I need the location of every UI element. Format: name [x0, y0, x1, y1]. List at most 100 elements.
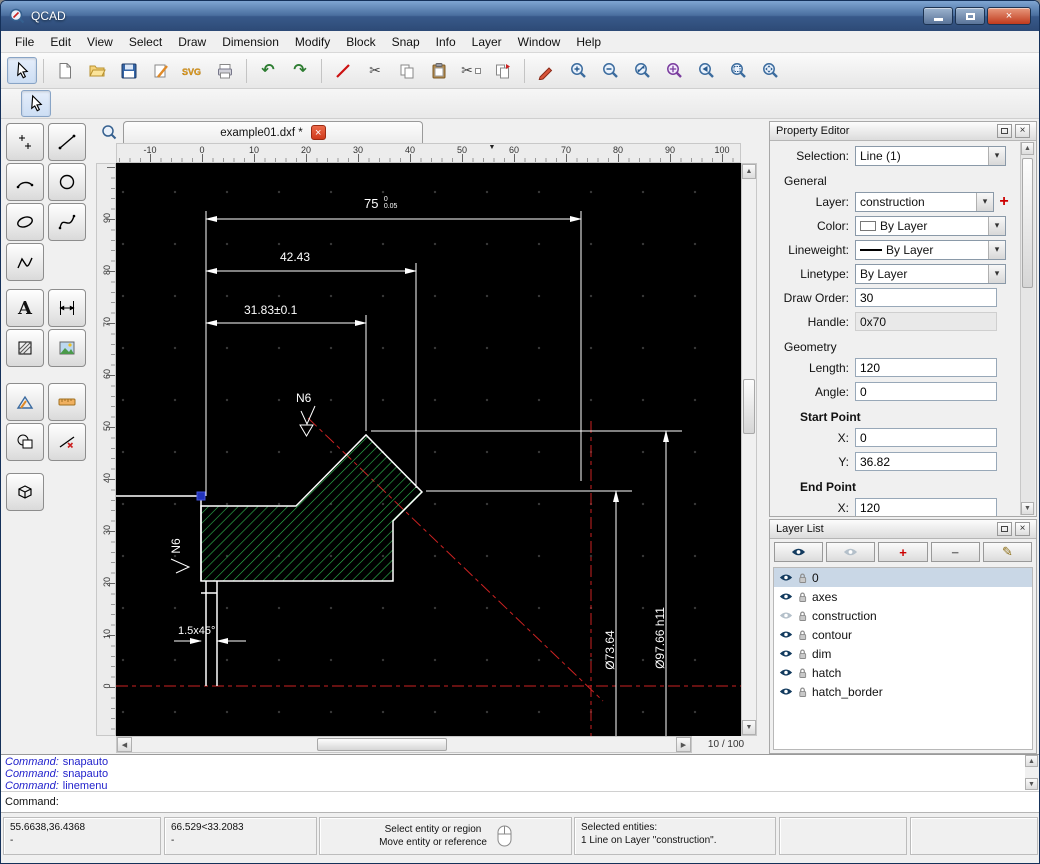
pan-button[interactable]: [755, 57, 785, 84]
copy-with-reference-button[interactable]: [488, 57, 518, 84]
scroll-up-icon[interactable]: ▲: [742, 164, 756, 179]
menu-edit[interactable]: Edit: [42, 32, 79, 52]
property-pen-button[interactable]: [531, 57, 561, 84]
menu-layer[interactable]: Layer: [464, 32, 510, 52]
copy-button[interactable]: [392, 57, 422, 84]
cut-button[interactable]: ✂: [360, 57, 390, 84]
edit-layer-button[interactable]: ✎: [983, 542, 1032, 562]
angle-input[interactable]: [855, 382, 997, 401]
delete-button[interactable]: [328, 57, 358, 84]
canvas-vscrollbar[interactable]: ▲ ▼: [741, 163, 757, 736]
menu-info[interactable]: Info: [428, 32, 464, 52]
prop-scroll-thumb[interactable]: [1022, 158, 1033, 288]
hide-all-layers-button[interactable]: [826, 542, 875, 562]
drawing-preferences-button[interactable]: [146, 57, 176, 84]
polyline-tool-button[interactable]: [6, 243, 44, 281]
ellipse-tool-button[interactable]: [6, 203, 44, 241]
menu-dimension[interactable]: Dimension: [214, 32, 287, 52]
ruler-tool-button[interactable]: [48, 383, 86, 421]
close-panel-button[interactable]: ×: [1015, 522, 1030, 536]
trim-tool-button[interactable]: [48, 423, 86, 461]
add-layer-inline-button[interactable]: +: [996, 194, 1012, 210]
scroll-up-icon[interactable]: ▲: [1021, 142, 1034, 155]
close-panel-button[interactable]: ×: [1015, 124, 1030, 138]
selection-combo[interactable]: Line (1) ▾: [855, 146, 1006, 166]
scroll-down-icon[interactable]: ▼: [1021, 502, 1034, 515]
menu-window[interactable]: Window: [510, 32, 569, 52]
menu-snap[interactable]: Snap: [384, 32, 428, 52]
start-y-input[interactable]: [855, 452, 997, 471]
dimension-tool-button[interactable]: [48, 289, 86, 327]
minimize-button[interactable]: [923, 7, 953, 25]
image-tool-button[interactable]: [48, 329, 86, 367]
linetype-combo[interactable]: By Layer ▾: [855, 264, 1006, 284]
menu-modify[interactable]: Modify: [287, 32, 338, 52]
add-layer-button[interactable]: +: [878, 542, 927, 562]
drawing-canvas[interactable]: 75 0 0.05 42.43 31.83±0.1 N6 N6 1.5x45° …: [116, 163, 741, 736]
save-button[interactable]: [114, 57, 144, 84]
chevron-down-icon[interactable]: ▾: [988, 147, 1005, 165]
tab-example01[interactable]: example01.dxf * ×: [123, 121, 423, 143]
select-mode-button[interactable]: [21, 90, 51, 117]
menu-file[interactable]: File: [7, 32, 42, 52]
menu-select[interactable]: Select: [121, 32, 170, 52]
layer-row-dim[interactable]: dim: [774, 644, 1032, 663]
undo-button[interactable]: ↶: [253, 57, 283, 84]
command-history[interactable]: Command:snapauto Command:snapauto Comman…: [1, 754, 1040, 791]
shapes-tool-button[interactable]: [6, 423, 44, 461]
redo-button[interactable]: ↷: [285, 57, 315, 84]
hscroll-thumb[interactable]: [317, 738, 447, 751]
color-combo[interactable]: By Layer ▾: [855, 216, 1006, 236]
zoom-window-button[interactable]: [723, 57, 753, 84]
chevron-down-icon[interactable]: ▾: [988, 241, 1005, 259]
zoom-out-button[interactable]: [595, 57, 625, 84]
zoom-all-button[interactable]: [659, 57, 689, 84]
tab-close-button[interactable]: ×: [311, 125, 326, 140]
line-tool-button[interactable]: [48, 123, 86, 161]
open-file-button[interactable]: [82, 57, 112, 84]
zoom-auto-button[interactable]: [627, 57, 657, 84]
solid-tool-button[interactable]: [6, 473, 44, 511]
layer-row-construction[interactable]: construction: [774, 606, 1032, 625]
scroll-down-icon[interactable]: ▼: [742, 720, 756, 735]
remove-layer-button[interactable]: −: [931, 542, 980, 562]
property-editor-title-bar[interactable]: Property Editor ×: [770, 122, 1036, 141]
svg-export-button[interactable]: SVG: [178, 57, 208, 84]
float-panel-button[interactable]: [997, 522, 1012, 536]
command-history-scrollbar[interactable]: ▲ ▼: [1025, 755, 1040, 790]
vscroll-thumb[interactable]: [743, 379, 755, 434]
chevron-down-icon[interactable]: ▾: [976, 193, 993, 211]
show-all-layers-button[interactable]: [774, 542, 823, 562]
layer-combo[interactable]: construction ▾: [855, 192, 994, 212]
layer-list-title-bar[interactable]: Layer List ×: [770, 520, 1036, 539]
layer-row-axes[interactable]: axes: [774, 587, 1032, 606]
end-x-input[interactable]: [855, 498, 997, 516]
hatch-section[interactable]: [201, 435, 422, 581]
text-tool-button[interactable]: A: [6, 289, 44, 327]
print-button[interactable]: [210, 57, 240, 84]
selection-handle[interactable]: [197, 492, 205, 500]
point-tool-button[interactable]: [6, 123, 44, 161]
circle-tool-button[interactable]: [48, 163, 86, 201]
arc-tool-button[interactable]: [6, 163, 44, 201]
menu-draw[interactable]: Draw: [170, 32, 214, 52]
float-panel-button[interactable]: [997, 124, 1012, 138]
start-x-input[interactable]: [855, 428, 997, 447]
menu-help[interactable]: Help: [568, 32, 609, 52]
title-bar[interactable]: QCAD ×: [1, 1, 1039, 31]
canvas-hscrollbar[interactable]: ◀ ▶: [116, 736, 692, 753]
scroll-up-icon[interactable]: ▲: [1025, 755, 1038, 767]
chevron-down-icon[interactable]: ▾: [988, 217, 1005, 235]
close-button[interactable]: ×: [987, 7, 1031, 25]
layer-row-0[interactable]: 0: [774, 568, 1032, 587]
draw-order-input[interactable]: [855, 288, 997, 307]
layer-row-hatch[interactable]: hatch: [774, 663, 1032, 682]
scroll-right-icon[interactable]: ▶: [676, 737, 691, 752]
select-tool-button[interactable]: [7, 57, 37, 84]
scroll-left-icon[interactable]: ◀: [117, 737, 132, 752]
command-prompt[interactable]: Command:: [1, 791, 1040, 812]
menu-view[interactable]: View: [79, 32, 121, 52]
zoom-previous-button[interactable]: [691, 57, 721, 84]
property-editor-scrollbar[interactable]: ▲ ▼: [1020, 142, 1035, 515]
menu-block[interactable]: Block: [338, 32, 383, 52]
